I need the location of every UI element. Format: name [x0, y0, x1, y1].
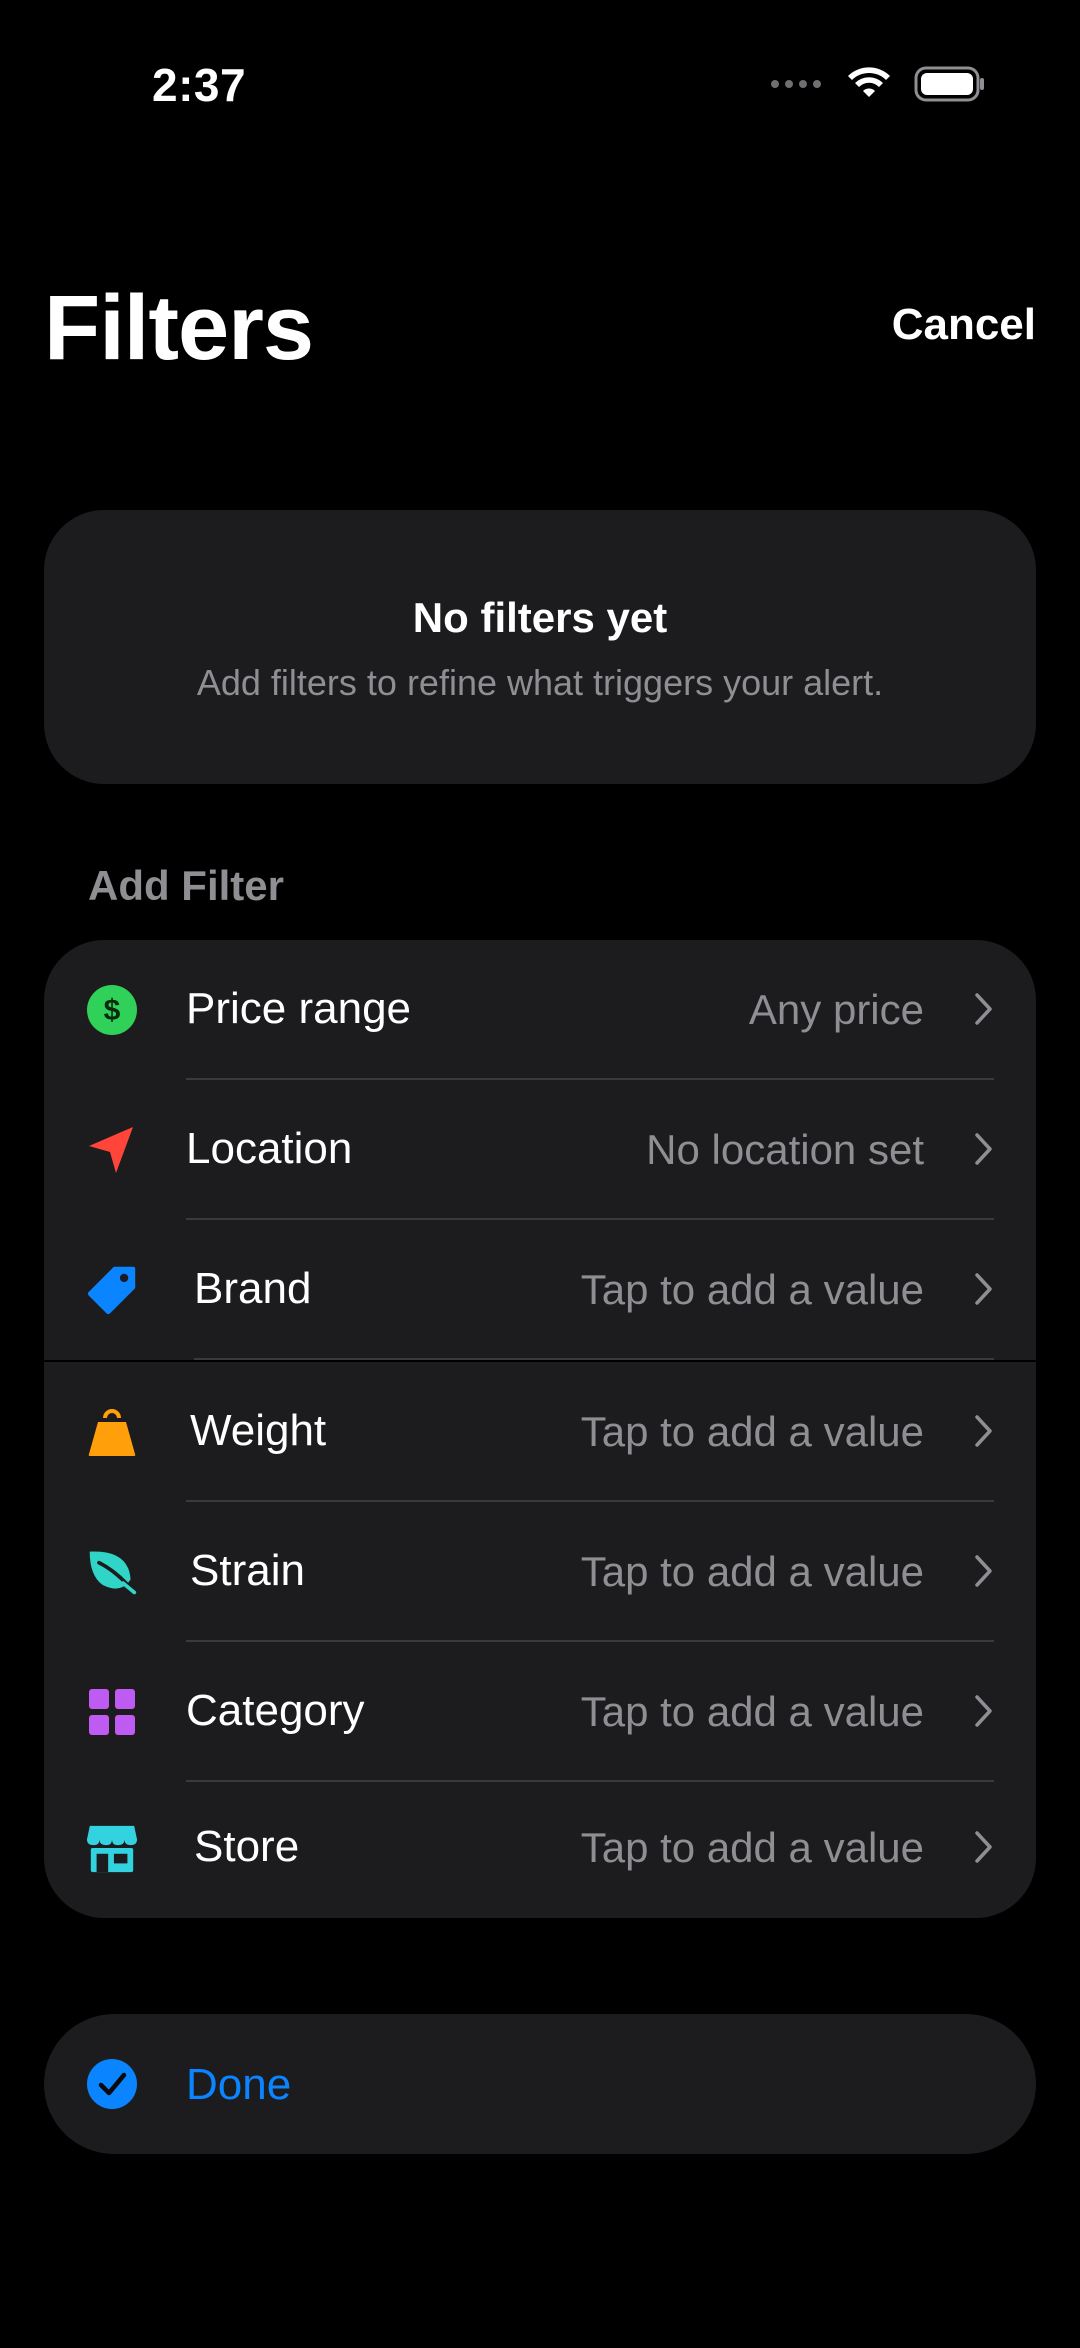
- filter-value: Tap to add a value: [580, 1824, 924, 1871]
- leaf-icon: [86, 1546, 138, 1598]
- store-icon: [86, 1822, 138, 1874]
- filter-row-category[interactable]: Category Tap to add a value: [44, 1642, 1036, 1782]
- location-arrow-icon: [86, 1124, 138, 1176]
- grid-icon: [86, 1686, 138, 1738]
- filter-value: Any price: [748, 986, 924, 1033]
- filter-list: $ Price range Any price Location No loca…: [0, 940, 1080, 1918]
- chevron-right-icon: [974, 1272, 994, 1311]
- filter-row-price-range[interactable]: $ Price range Any price: [44, 940, 1036, 1080]
- wifi-icon: [848, 67, 890, 97]
- filter-value: No location set: [646, 1126, 924, 1173]
- filter-label: Strain: [190, 1546, 305, 1595]
- status-time: 2:37: [152, 59, 247, 111]
- weight-icon: [86, 1406, 138, 1458]
- filter-value: Tap to add a value: [580, 1688, 924, 1735]
- page-title: Filters: [44, 277, 314, 379]
- checkmark-circle-icon: [86, 2058, 138, 2115]
- empty-state-subtitle: Add filters to refine what triggers your…: [196, 662, 884, 703]
- done-label: Done: [186, 2060, 292, 2109]
- filter-row-store[interactable]: Store Tap to add a value: [44, 1778, 1036, 1918]
- filter-value: Tap to add a value: [580, 1266, 924, 1313]
- filter-value: Tap to add a value: [580, 1408, 924, 1455]
- chevron-right-icon: [974, 1694, 994, 1733]
- filter-row-brand[interactable]: Brand Tap to add a value: [44, 1220, 1036, 1360]
- filter-row-strain[interactable]: Strain Tap to add a value: [44, 1502, 1036, 1642]
- chevron-right-icon: [974, 992, 994, 1031]
- empty-state-title: No filters yet: [412, 594, 668, 641]
- tag-icon: [86, 1264, 138, 1316]
- chevron-right-icon: [974, 1132, 994, 1171]
- dollar-circle-icon: $: [86, 984, 138, 1036]
- chevron-right-icon: [974, 1554, 994, 1593]
- status-icons: [770, 66, 986, 102]
- cancel-button[interactable]: Cancel: [892, 300, 1036, 350]
- battery-icon: [914, 66, 984, 102]
- filter-label: Price range: [186, 984, 412, 1033]
- filter-label: Location: [186, 1124, 353, 1173]
- filter-row-weight[interactable]: Weight Tap to add a value: [44, 1362, 1036, 1502]
- filter-label: Store: [194, 1822, 300, 1871]
- section-header: Add Filter: [88, 862, 284, 909]
- svg-text:$: $: [104, 994, 121, 1027]
- filter-value: Tap to add a value: [580, 1548, 924, 1595]
- chevron-right-icon: [974, 1414, 994, 1453]
- filter-label: Brand: [194, 1264, 312, 1313]
- cellular-signal-icon: [771, 80, 821, 88]
- chevron-right-icon: [974, 1830, 994, 1869]
- filter-row-location[interactable]: Location No location set: [44, 1080, 1036, 1220]
- done-button[interactable]: Done: [44, 2014, 1036, 2154]
- filter-label: Weight: [190, 1406, 327, 1455]
- empty-state-card: No filters yet Add filters to refine wha…: [44, 510, 1036, 784]
- filter-label: Category: [186, 1686, 365, 1735]
